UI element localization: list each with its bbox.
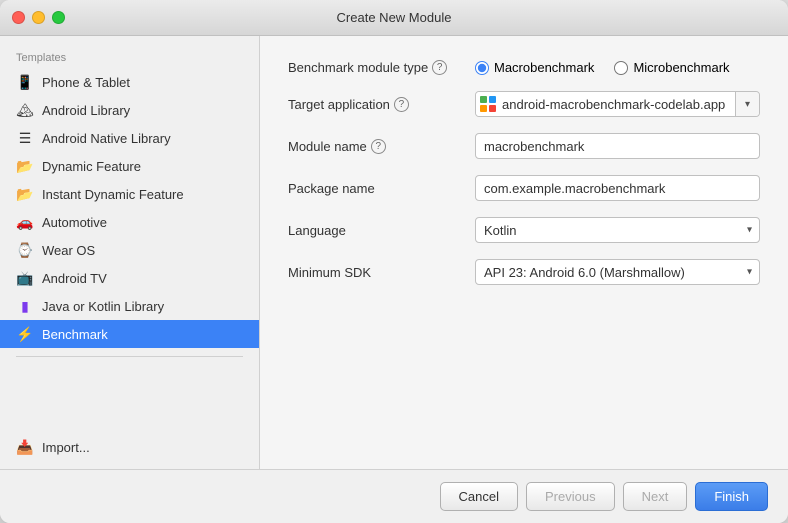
android-library-icon: 🏔 (16, 101, 34, 119)
sidebar-item-phone-tablet[interactable]: 📱 Phone & Tablet (0, 68, 259, 96)
sidebar-item-label: Phone & Tablet (42, 75, 130, 90)
sidebar-item-android-native-library[interactable]: ☰ Android Native Library (0, 124, 259, 152)
macrobenchmark-label: Macrobenchmark (494, 60, 594, 75)
macrobenchmark-option[interactable]: Macrobenchmark (475, 60, 594, 75)
sidebar-item-label: Dynamic Feature (42, 159, 141, 174)
sidebar-item-label: Automotive (42, 215, 107, 230)
microbenchmark-radio[interactable] (614, 61, 628, 75)
package-name-input[interactable] (475, 175, 760, 201)
benchmark-icon: ⚡ (16, 325, 34, 343)
target-app-dropdown[interactable]: ▾ (735, 92, 759, 116)
cancel-button[interactable]: Cancel (440, 482, 518, 511)
window: Create New Module Templates 📱 Phone & Ta… (0, 0, 788, 523)
maximize-button[interactable] (52, 11, 65, 24)
module-type-radio-group: Macrobenchmark Microbenchmark (475, 60, 760, 75)
previous-button[interactable]: Previous (526, 482, 615, 511)
macrobenchmark-radio[interactable] (475, 61, 489, 75)
target-application-row: Target application ? andr (288, 91, 760, 117)
sidebar-item-automotive[interactable]: 🚗 Automotive (0, 208, 259, 236)
target-app-text: android-macrobenchmark-codelab.app (500, 97, 735, 112)
language-control: Kotlin Java ▾ (475, 217, 760, 243)
module-name-input[interactable] (475, 133, 760, 159)
minimize-button[interactable] (32, 11, 45, 24)
android-tv-icon: 📺 (16, 269, 34, 287)
sidebar-item-dynamic-feature[interactable]: 📂 Dynamic Feature (0, 152, 259, 180)
sidebar-item-instant-dynamic-feature[interactable]: 📂 Instant Dynamic Feature (0, 180, 259, 208)
target-app-icon (476, 92, 500, 116)
target-app-wrapper[interactable]: android-macrobenchmark-codelab.app ▾ (475, 91, 760, 117)
import-icon: 📥 (16, 438, 34, 456)
sidebar-bottom: 📥 Import... (0, 433, 259, 469)
benchmark-module-type-row: Benchmark module type ? Macrobenchmark M… (288, 60, 760, 75)
language-label: Language (288, 223, 463, 238)
benchmark-module-type-label: Benchmark module type ? (288, 60, 463, 75)
sidebar-item-label: Wear OS (42, 243, 95, 258)
main-panel: Benchmark module type ? Macrobenchmark M… (260, 36, 788, 469)
target-application-label: Target application ? (288, 97, 463, 112)
sidebar-item-label: Java or Kotlin Library (42, 299, 164, 314)
sidebar-item-label: Android Library (42, 103, 130, 118)
sidebar-item-benchmark[interactable]: ⚡ Benchmark (0, 320, 259, 348)
sidebar-item-android-tv[interactable]: 📺 Android TV (0, 264, 259, 292)
module-name-help[interactable]: ? (371, 139, 386, 154)
sidebar-item-label: Android Native Library (42, 131, 171, 146)
titlebar: Create New Module (0, 0, 788, 36)
sidebar-item-wear-os[interactable]: ⌚ Wear OS (0, 236, 259, 264)
sidebar-item-java-kotlin-library[interactable]: ▮ Java or Kotlin Library (0, 292, 259, 320)
target-application-help[interactable]: ? (394, 97, 409, 112)
phone-tablet-icon: 📱 (16, 73, 34, 91)
automotive-icon: 🚗 (16, 213, 34, 231)
sidebar: Templates 📱 Phone & Tablet 🏔 Android Lib… (0, 36, 260, 469)
wear-os-icon: ⌚ (16, 241, 34, 259)
minimum-sdk-row: Minimum SDK API 21: Android 5.0 (Lollipo… (288, 259, 760, 285)
window-title: Create New Module (337, 10, 452, 25)
sidebar-item-import[interactable]: 📥 Import... (0, 433, 259, 461)
android-native-icon: ☰ (16, 129, 34, 147)
close-button[interactable] (12, 11, 25, 24)
microbenchmark-option[interactable]: Microbenchmark (614, 60, 729, 75)
sidebar-item-label: Import... (42, 440, 90, 455)
benchmark-module-type-help[interactable]: ? (432, 60, 447, 75)
minimum-sdk-select[interactable]: API 21: Android 5.0 (Lollipop) API 22: A… (475, 259, 760, 285)
target-application-control: android-macrobenchmark-codelab.app ▾ (475, 91, 760, 117)
language-row: Language Kotlin Java ▾ (288, 217, 760, 243)
language-select[interactable]: Kotlin Java (475, 217, 760, 243)
minimum-sdk-control: API 21: Android 5.0 (Lollipop) API 22: A… (475, 259, 760, 285)
instant-dynamic-icon: 📂 (16, 185, 34, 203)
java-kotlin-icon: ▮ (16, 297, 34, 315)
sidebar-section-label: Templates (0, 44, 259, 68)
module-name-row: Module name ? (288, 133, 760, 159)
titlebar-buttons (12, 11, 65, 24)
next-button[interactable]: Next (623, 482, 688, 511)
module-name-control (475, 133, 760, 159)
microbenchmark-label: Microbenchmark (633, 60, 729, 75)
bottom-bar: Cancel Previous Next Finish (0, 469, 788, 523)
finish-button[interactable]: Finish (695, 482, 768, 511)
sidebar-item-label: Instant Dynamic Feature (42, 187, 184, 202)
content: Templates 📱 Phone & Tablet 🏔 Android Lib… (0, 36, 788, 469)
sidebar-item-label: Benchmark (42, 327, 108, 342)
sidebar-divider (16, 356, 243, 357)
minimum-sdk-label: Minimum SDK (288, 265, 463, 280)
package-name-row: Package name (288, 175, 760, 201)
package-name-label: Package name (288, 181, 463, 196)
sidebar-item-android-library[interactable]: 🏔 Android Library (0, 96, 259, 124)
dynamic-feature-icon: 📂 (16, 157, 34, 175)
module-name-label: Module name ? (288, 139, 463, 154)
sidebar-item-label: Android TV (42, 271, 107, 286)
package-name-control (475, 175, 760, 201)
